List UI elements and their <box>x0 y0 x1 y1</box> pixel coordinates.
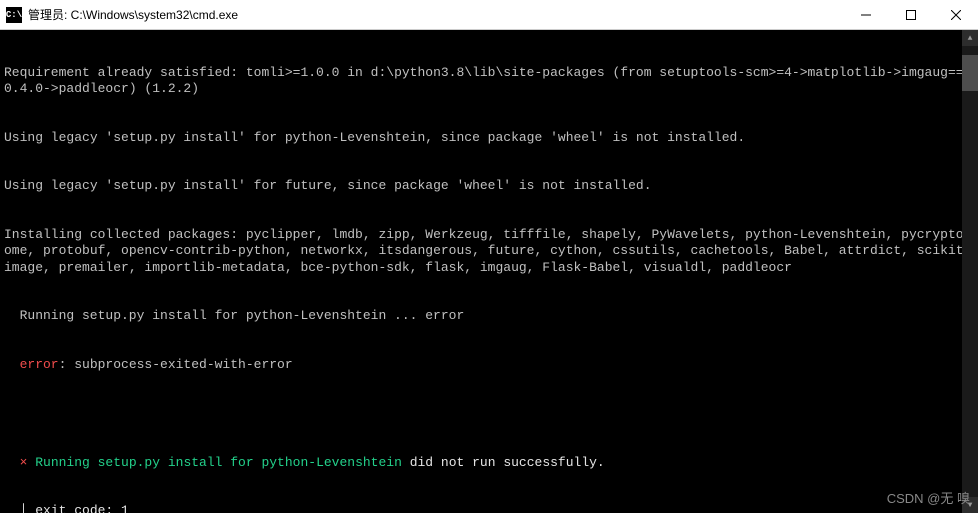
window-titlebar: C:\ 管理员: C:\Windows\system32\cmd.exe <box>0 0 978 30</box>
fail-suffix: did not run successfully. <box>402 455 605 471</box>
window-controls <box>843 0 978 29</box>
output-line: Using legacy 'setup.py install' for pyth… <box>4 130 974 146</box>
exit-code: exit code: 1 <box>27 503 128 513</box>
error-label: error <box>20 357 59 373</box>
terminal-output[interactable]: Requirement already satisfied: tomli>=1.… <box>0 30 978 513</box>
scrollbar-track[interactable] <box>962 46 978 497</box>
minimize-button[interactable] <box>843 0 888 29</box>
close-button[interactable] <box>933 0 978 29</box>
output-line: │ exit code: 1 <box>4 503 974 513</box>
output-line: Installing collected packages: pyclipper… <box>4 227 974 276</box>
maximize-button[interactable] <box>888 0 933 29</box>
error-message: : subprocess-exited-with-error <box>59 357 293 373</box>
cross-icon: × <box>20 455 28 471</box>
vertical-scrollbar[interactable]: ▲ ▼ <box>962 30 978 513</box>
output-line: Using legacy 'setup.py install' for futu… <box>4 178 974 194</box>
scrollbar-thumb[interactable] <box>962 55 978 91</box>
blank-line <box>4 406 974 422</box>
window-title: 管理员: C:\Windows\system32\cmd.exe <box>28 6 843 23</box>
fail-text: Running setup.py install for python-Leve… <box>27 455 401 471</box>
scroll-down-button[interactable]: ▼ <box>962 497 978 513</box>
output-line: × Running setup.py install for python-Le… <box>4 455 974 471</box>
scroll-up-button[interactable]: ▲ <box>962 30 978 46</box>
pipe-char: │ <box>20 503 28 513</box>
cmd-icon: C:\ <box>6 7 22 23</box>
output-line: Requirement already satisfied: tomli>=1.… <box>4 65 974 98</box>
output-line: error: subprocess-exited-with-error <box>4 357 974 373</box>
output-line: Running setup.py install for python-Leve… <box>4 308 974 324</box>
